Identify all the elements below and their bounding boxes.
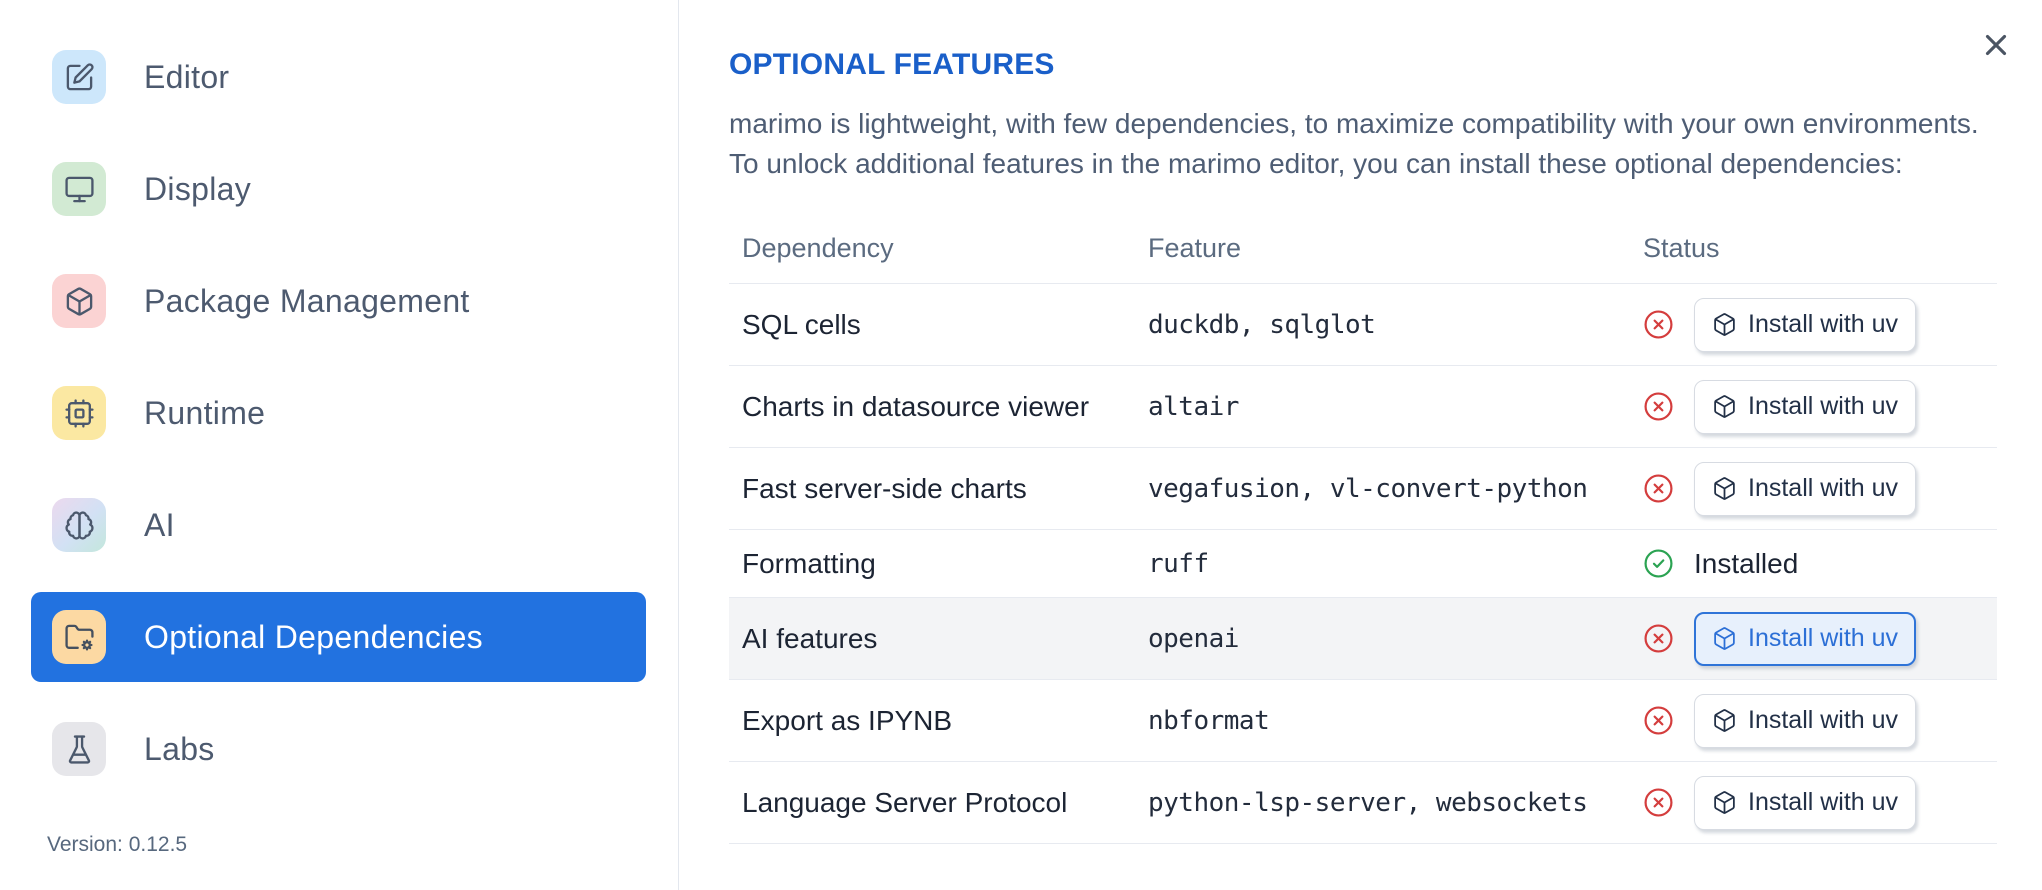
circle-x-icon [1643, 309, 1674, 340]
sidebar-item-label: Runtime [144, 394, 266, 431]
circle-x-icon [1643, 391, 1674, 422]
install-button-label: Install with uv [1748, 788, 1899, 816]
status-cell: Installed [1643, 548, 1997, 580]
installed-status-label: Installed [1694, 547, 1799, 579]
status-cell: Install with uv [1643, 461, 1997, 516]
table-row: Formatting ruff Installed [729, 530, 1997, 598]
dependency-name: Formatting [742, 547, 876, 579]
dependencies-table: Dependency Feature Status SQL cells duck… [729, 214, 1997, 844]
sidebar-nav: Editor Display Package Management Runtim… [0, 32, 678, 794]
status-cell: Install with uv [1643, 611, 1997, 666]
sidebar-item-labs[interactable]: Labs [31, 704, 646, 794]
install-button-label: Install with uv [1748, 392, 1899, 420]
close-icon [1979, 28, 2013, 62]
dependency-name: AI features [742, 622, 878, 654]
install-button-label: Install with uv [1748, 706, 1899, 734]
cpu-icon [52, 386, 106, 440]
dependency-name: Export as IPYNB [742, 704, 953, 736]
feature-packages: duckdb, sqlglot [1148, 309, 1376, 340]
settings-sidebar: Editor Display Package Management Runtim… [0, 0, 679, 890]
install-with-uv-button[interactable]: Install with uv [1694, 297, 1917, 352]
flask-icon [52, 722, 106, 776]
install-button-label: Install with uv [1748, 474, 1899, 502]
description-line: marimo is lightweight, with few dependen… [729, 108, 1979, 139]
sidebar-item-label: Editor [144, 58, 230, 95]
install-button-label: Install with uv [1748, 310, 1899, 338]
header-feature: Feature [1148, 233, 1242, 263]
install-with-uv-button[interactable]: Install with uv [1694, 775, 1917, 830]
install-with-uv-button[interactable]: Install with uv [1694, 461, 1917, 516]
feature-packages: altair [1148, 391, 1239, 422]
status-cell: Install with uv [1643, 693, 1997, 748]
sidebar-item-runtime[interactable]: Runtime [31, 368, 646, 458]
brain-icon [52, 498, 106, 552]
sidebar-item-label: Package Management [144, 282, 470, 319]
version-label: Version: 0.12.5 [47, 833, 188, 856]
square-pen-icon [52, 50, 106, 104]
circle-x-icon [1643, 705, 1674, 736]
page-title: OPTIONAL FEATURES [729, 48, 1055, 81]
sidebar-item-ai[interactable]: AI [31, 480, 646, 570]
table-row: Fast server-side charts vegafusion, vl-c… [729, 448, 1997, 530]
sidebar-item-label: Display [144, 170, 252, 207]
optional-features-panel: OPTIONAL FEATURES marimo is lightweight,… [680, 0, 2042, 890]
table-row: Export as IPYNB nbformat Install with uv [729, 680, 1997, 762]
status-cell: Install with uv [1643, 775, 1997, 830]
sidebar-item-display[interactable]: Display [31, 144, 646, 234]
sidebar-item-label: Labs [144, 730, 215, 767]
feature-packages: openai [1148, 623, 1239, 654]
status-cell: Install with uv [1643, 297, 1997, 352]
dependency-name: Charts in datasource viewer [742, 390, 1090, 422]
package-box-icon [1712, 708, 1737, 733]
install-with-uv-button[interactable]: Install with uv [1694, 611, 1917, 666]
sidebar-item-editor[interactable]: Editor [31, 32, 646, 122]
package-box-icon [1712, 476, 1737, 501]
sidebar-item-label: Optional Dependencies [144, 618, 483, 655]
circle-check-icon [1643, 548, 1674, 579]
feature-packages: ruff [1148, 548, 1209, 579]
dependency-name: Language Server Protocol [742, 786, 1068, 818]
feature-packages: vegafusion, vl-convert-python [1148, 473, 1588, 504]
table-header: Dependency Feature Status [729, 214, 1997, 284]
sidebar-item-label: AI [144, 506, 175, 543]
install-button-label: Install with uv [1748, 624, 1899, 652]
package-box-icon [52, 274, 106, 328]
dependency-name: Fast server-side charts [742, 472, 1027, 504]
header-dependency: Dependency [742, 233, 894, 263]
circle-x-icon [1643, 787, 1674, 818]
monitor-icon [52, 162, 106, 216]
dependency-name: SQL cells [742, 308, 861, 340]
feature-packages: python-lsp-server, websockets [1148, 787, 1588, 818]
table-row: Charts in datasource viewer altair Insta… [729, 366, 1997, 448]
feature-packages: nbformat [1148, 705, 1270, 736]
circle-x-icon [1643, 623, 1674, 654]
install-with-uv-button[interactable]: Install with uv [1694, 379, 1917, 434]
close-button[interactable] [1976, 25, 2016, 65]
table-row: AI features openai Install with uv [729, 598, 1997, 680]
table-row: Language Server Protocol python-lsp-serv… [729, 762, 1997, 844]
status-cell: Install with uv [1643, 379, 1997, 434]
header-status: Status [1643, 233, 1720, 263]
package-box-icon [1712, 394, 1737, 419]
description-line: To unlock additional features in the mar… [729, 148, 1903, 179]
description: marimo is lightweight, with few dependen… [729, 104, 2019, 184]
install-with-uv-button[interactable]: Install with uv [1694, 693, 1917, 748]
circle-x-icon [1643, 473, 1674, 504]
package-box-icon [1712, 790, 1737, 815]
settings-dialog: Editor Display Package Management Runtim… [0, 0, 2042, 890]
folder-cog-icon [52, 610, 106, 664]
table-row: SQL cells duckdb, sqlglot Install with u… [729, 284, 1997, 366]
package-box-icon [1712, 312, 1737, 337]
package-box-icon [1712, 626, 1737, 651]
sidebar-item-package-management[interactable]: Package Management [31, 256, 646, 346]
sidebar-item-optional-dependencies[interactable]: Optional Dependencies [31, 592, 646, 682]
